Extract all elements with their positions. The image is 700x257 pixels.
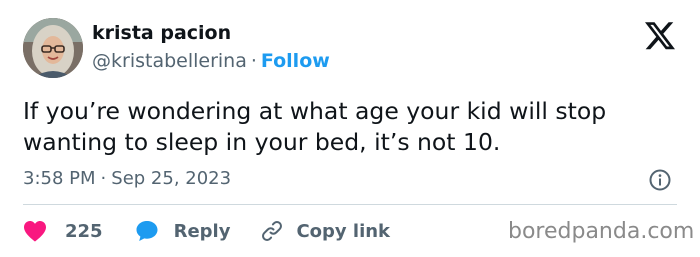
author-handle-row: @kristabellerina · Follow — [92, 50, 330, 72]
tweet-card: krista pacion @kristabellerina · Follow If… — [0, 0, 700, 257]
action-bar: 225 Reply Copy link — [23, 217, 390, 245]
link-icon — [262, 221, 283, 241]
copy-link-button[interactable]: Copy link — [260, 219, 390, 243]
reply-button[interactable]: Reply — [135, 219, 231, 243]
heart-icon — [24, 221, 46, 242]
follow-button[interactable]: Follow — [261, 50, 330, 72]
reply-label: Reply — [173, 220, 231, 242]
author-handle[interactable]: @kristabellerina — [92, 50, 247, 72]
avatar[interactable] — [23, 18, 83, 78]
tweet-timestamp[interactable]: 3:58 PM · Sep 25, 2023 — [23, 168, 231, 189]
like-count: 225 — [65, 220, 103, 242]
x-logo-icon[interactable] — [645, 22, 675, 50]
info-icon[interactable] — [648, 168, 672, 192]
like-button[interactable]: 225 — [23, 220, 103, 242]
watermark: boredpanda.com — [508, 219, 695, 244]
tweet-text: If you’re wondering at what age your kid… — [23, 97, 607, 156]
tweet-date[interactable]: Sep 25, 2023 — [111, 168, 231, 189]
separator-dot: · — [250, 50, 257, 72]
separator-dot: · — [100, 168, 107, 189]
author-name[interactable]: krista pacion — [92, 22, 231, 44]
copy-link-label: Copy link — [296, 220, 391, 242]
tweet-time[interactable]: 3:58 PM — [23, 168, 96, 189]
reply-bubble-icon — [136, 221, 158, 241]
divider — [23, 204, 677, 205]
avatar-image — [23, 18, 83, 78]
